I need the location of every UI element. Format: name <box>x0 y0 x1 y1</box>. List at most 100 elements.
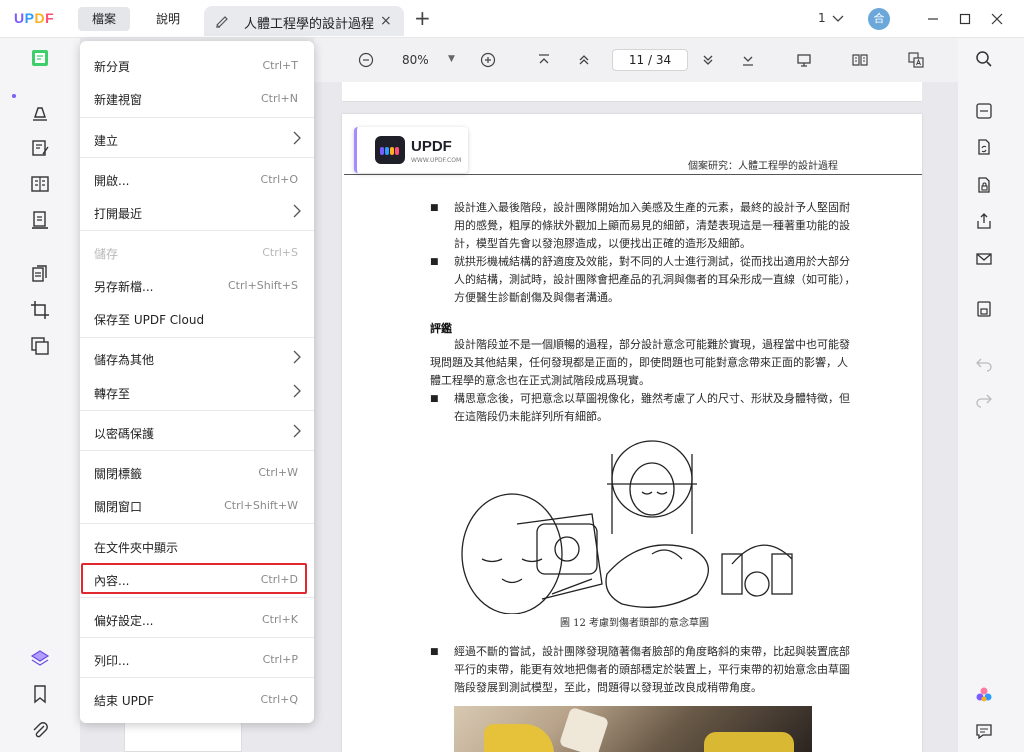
menu-item-print[interactable]: 列印... Ctrl+P <box>80 644 314 674</box>
paragraph-5: 經過不斷的嘗試，設計團隊發現隨著傷者臉部的角度略斜的束帶，比起與裝置底部 平行的束… <box>454 645 850 694</box>
edit-icon <box>216 16 228 28</box>
title-bar: UPDF 檔案 說明 人體工程學的設計過程 × + 1 合 <box>0 0 1024 38</box>
updf-logo: UPDF <box>14 10 55 26</box>
page-layout-icon[interactable] <box>852 52 868 68</box>
zoom-out-icon[interactable] <box>358 52 374 68</box>
maximize-icon[interactable] <box>956 10 974 28</box>
protect-icon[interactable] <box>975 176 993 194</box>
menu-item-save-as-other[interactable]: 儲存為其他 <box>80 343 314 373</box>
page-number-input[interactable]: 11 / 34 <box>612 49 688 71</box>
chevron-right-icon <box>293 384 301 398</box>
window-count[interactable]: 1 <box>818 11 826 25</box>
previous-page-icon[interactable] <box>576 52 592 68</box>
chevron-right-icon <box>293 350 301 364</box>
previous-page <box>342 82 922 102</box>
menu-file[interactable]: 檔案 <box>78 7 131 31</box>
ai-assistant-icon[interactable] <box>975 686 993 704</box>
zoom-in-icon[interactable] <box>480 52 496 68</box>
menu-item-password-protect[interactable]: 以密碼保護 <box>80 417 314 447</box>
bookmark-icon[interactable] <box>30 684 50 704</box>
updf-badge-brand: UPDF <box>411 138 452 155</box>
paragraph-2: 就拱形機械結構的舒適度及效能，對不同的人士進行測試，從而找出適用於大部分 人的結構… <box>454 255 856 304</box>
organize-pages-icon[interactable] <box>30 264 50 284</box>
sign-icon[interactable] <box>30 210 50 230</box>
menu-separator <box>80 637 314 638</box>
avatar[interactable]: 合 <box>868 8 890 30</box>
sketch-figure <box>461 440 793 614</box>
page-tools-icon[interactable] <box>30 336 50 356</box>
reader-icon[interactable] <box>30 48 50 68</box>
menu-separator <box>80 117 314 118</box>
minimize-icon[interactable] <box>924 10 942 28</box>
highlighter-icon[interactable] <box>30 102 50 122</box>
document-tab[interactable]: 人體工程學的設計過程 × <box>204 6 404 36</box>
crop-icon[interactable] <box>30 300 50 320</box>
search-icon[interactable] <box>975 50 993 68</box>
menu-item-new-tab[interactable]: 新分頁 Ctrl+T <box>80 50 314 80</box>
paragraph-3: 設計階段並不是一個順暢的過程，部分設計意念可能難於實現，過程當中也可能發 現問題及… <box>430 338 850 387</box>
chevron-right-icon <box>293 204 301 218</box>
edit-text-icon[interactable] <box>30 138 50 158</box>
comment-icon[interactable] <box>975 722 993 740</box>
zoom-level[interactable]: 80% <box>402 53 429 67</box>
translate-icon[interactable] <box>908 52 924 68</box>
section-heading: 評鑑 <box>430 322 452 335</box>
menu-item-close-tab[interactable]: 關閉標籤 Ctrl+W <box>80 457 314 487</box>
undo-icon[interactable] <box>975 354 993 372</box>
menu-item-open-recent[interactable]: 打開最近 <box>80 197 314 227</box>
layers-icon[interactable] <box>30 648 50 668</box>
menu-item-quit[interactable]: 結束 UPDF Ctrl+Q <box>80 684 314 714</box>
chevron-down-icon[interactable] <box>832 9 844 27</box>
menu-item-save-to-cloud[interactable]: 保存至 UPDF Cloud <box>80 303 314 333</box>
menu-separator <box>80 677 314 678</box>
menu-item-open[interactable]: 開啟... Ctrl+O <box>80 164 314 194</box>
ocr-icon[interactable] <box>975 102 993 120</box>
page-thumbnail[interactable] <box>124 722 242 752</box>
menu-separator <box>80 597 314 598</box>
email-icon[interactable] <box>975 250 993 268</box>
bullet: ■ <box>430 647 439 657</box>
menu-separator <box>80 523 314 524</box>
tab-close-icon[interactable]: × <box>380 13 392 29</box>
menu-item-show-in-folder[interactable]: 在文件夾中顯示 <box>80 531 314 561</box>
next-page-icon[interactable] <box>700 52 716 68</box>
convert-icon[interactable] <box>975 138 993 156</box>
bullet: ■ <box>430 257 439 267</box>
updf-badge-url: WWW.UPDF.COM <box>411 157 462 164</box>
paragraph-4: 構思意念後，可把意念以草圖視像化，雖然考慮了人的尺寸、形狀及身體特徵，但 在這階段… <box>454 392 850 423</box>
menu-item-create[interactable]: 建立 <box>80 124 314 154</box>
close-window-icon[interactable] <box>988 10 1006 28</box>
menu-item-preferences[interactable]: 偏好設定... Ctrl+K <box>80 604 314 634</box>
menu-separator <box>80 157 314 158</box>
menu-item-new-window[interactable]: 新建視窗 Ctrl+N <box>80 83 314 113</box>
save-icon[interactable] <box>975 300 993 318</box>
tab-title: 人體工程學的設計過程 <box>244 17 375 32</box>
bullet: ■ <box>430 203 439 213</box>
menu-item-export-to[interactable]: 轉存至 <box>80 377 314 407</box>
redo-icon[interactable] <box>975 390 993 408</box>
file-menu: 新分頁 Ctrl+T 新建視窗 Ctrl+N 建立 開啟... Ctrl+O 打開最近… <box>80 41 314 723</box>
attachment-icon[interactable] <box>30 720 50 740</box>
share-icon[interactable] <box>975 212 993 230</box>
new-tab-button[interactable]: + <box>414 7 431 29</box>
menu-separator <box>80 410 314 411</box>
paragraph-1: 設計進入最後階段，設計團隊開始加入美感及生產的元素，最終的設計予人堅固耐 用的感覺… <box>454 201 850 250</box>
form-icon[interactable] <box>30 174 50 194</box>
updf-badge-logo-icon <box>375 136 405 164</box>
highlight-box <box>81 563 307 594</box>
menu-item-save-as[interactable]: 另存新檔... Ctrl+Shift+S <box>80 270 314 300</box>
last-page-icon[interactable] <box>740 52 756 68</box>
updf-watermark-badge: UPDF WWW.UPDF.COM <box>354 127 468 173</box>
chevron-right-icon <box>293 131 301 145</box>
product-photo <box>454 706 812 752</box>
menu-item-close-window[interactable]: 關閉窗口 Ctrl+Shift+W <box>80 490 314 520</box>
menu-help[interactable]: 說明 <box>142 7 194 31</box>
first-page-icon[interactable] <box>536 52 552 68</box>
bullet: ■ <box>430 394 439 404</box>
present-icon[interactable] <box>796 52 812 68</box>
page-header: 個案研究：人體工程學的設計過程 <box>688 161 838 172</box>
menu-separator <box>80 230 314 231</box>
zoom-dropdown-icon[interactable]: ▼ <box>448 54 455 64</box>
menu-item-save[interactable]: 儲存 Ctrl+S <box>80 237 314 267</box>
menu-separator <box>80 450 314 451</box>
